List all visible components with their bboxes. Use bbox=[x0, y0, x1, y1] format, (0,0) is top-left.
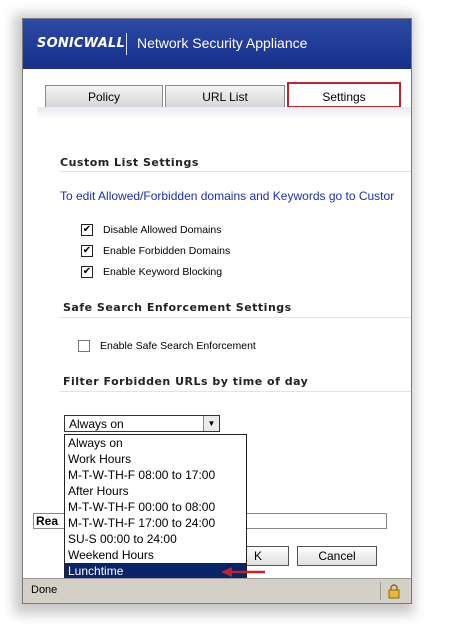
ready-text: Rea bbox=[36, 514, 59, 528]
tab-url-list[interactable]: URL List bbox=[165, 85, 285, 107]
tab-bar: Policy URL List Settings bbox=[23, 69, 411, 129]
section-divider bbox=[59, 391, 411, 392]
cancel-button[interactable]: Cancel bbox=[297, 546, 377, 566]
dropdown-option-weekend-hours[interactable]: Weekend Hours bbox=[65, 547, 246, 563]
enable-keyword-blocking-checkbox[interactable]: ✔ bbox=[81, 266, 93, 278]
status-text: Done bbox=[31, 584, 58, 596]
dropdown-option-after-hours[interactable]: After Hours bbox=[65, 483, 246, 499]
safe-search-checkbox[interactable] bbox=[78, 340, 90, 352]
status-separator bbox=[380, 582, 381, 600]
page-title: Network Security Appliance bbox=[137, 35, 308, 51]
status-bar: Done bbox=[23, 578, 411, 603]
section-divider bbox=[59, 317, 411, 318]
sonicwall-logo: SONICWALL bbox=[37, 36, 125, 51]
header-divider bbox=[126, 33, 127, 55]
browser-window: SONICWALL Network Security Appliance Pol… bbox=[22, 18, 412, 604]
custom-list-link[interactable]: To edit Allowed/Forbidden domains and Ke… bbox=[60, 189, 411, 203]
chevron-down-icon[interactable]: ▼ bbox=[203, 416, 219, 431]
safe-search-label: Enable Safe Search Enforcement bbox=[100, 340, 256, 352]
dropdown-option-weekday-evening[interactable]: M-T-W-TH-F 17:00 to 24:00 bbox=[65, 515, 246, 531]
dropdown-option-work-hours[interactable]: Work Hours bbox=[65, 451, 246, 467]
section-divider bbox=[59, 171, 411, 172]
ok-button-label: K bbox=[254, 549, 263, 563]
tab-underbar bbox=[37, 107, 411, 119]
dropdown-option-weekday-day[interactable]: M-T-W-TH-F 08:00 to 17:00 bbox=[65, 467, 246, 483]
dropdown-option-weekday-early[interactable]: M-T-W-TH-F 00:00 to 08:00 bbox=[65, 499, 246, 515]
dropdown-option-always-on[interactable]: Always on bbox=[65, 435, 246, 451]
time-of-day-value: Always on bbox=[69, 417, 124, 431]
time-of-day-dropdown: Always on Work Hours M-T-W-TH-F 08:00 to… bbox=[64, 434, 247, 582]
lock-icon bbox=[388, 584, 400, 599]
safe-search-heading: Safe Search Enforcement Settings bbox=[63, 301, 292, 314]
time-of-day-select[interactable]: Always on ▼ bbox=[64, 415, 220, 432]
tab-settings[interactable]: Settings bbox=[287, 82, 401, 108]
enable-forbidden-domains-label: Enable Forbidden Domains bbox=[103, 245, 231, 257]
dropdown-option-all-week[interactable]: SU-S 00:00 to 24:00 bbox=[65, 531, 246, 547]
enable-forbidden-domains-checkbox[interactable]: ✔ bbox=[81, 245, 93, 257]
tab-policy[interactable]: Policy bbox=[45, 85, 163, 107]
time-filter-heading: Filter Forbidden URLs by time of day bbox=[63, 375, 309, 388]
enable-keyword-blocking-label: Enable Keyword Blocking bbox=[103, 266, 223, 278]
disable-allowed-domains-label: Disable Allowed Domains bbox=[103, 224, 222, 236]
header-banner: SONICWALL Network Security Appliance bbox=[23, 19, 411, 69]
disable-allowed-domains-checkbox[interactable]: ✔ bbox=[81, 224, 93, 236]
custom-list-heading: Custom List Settings bbox=[60, 156, 199, 169]
